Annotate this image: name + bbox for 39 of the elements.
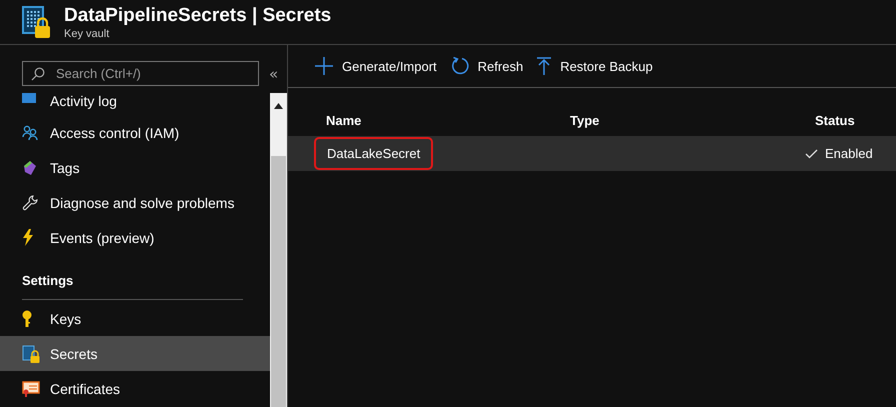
nav-item[interactable]: Events (preview) <box>0 220 270 255</box>
nav-item[interactable]: Secrets <box>0 336 270 371</box>
key-vault-icon <box>22 6 52 40</box>
page-title: DataPipelineSecrets | Secrets <box>64 4 332 28</box>
key-icon <box>22 310 32 328</box>
log-icon <box>22 93 36 103</box>
scroll-up-icon <box>274 103 283 109</box>
column-header[interactable]: Type <box>570 113 815 128</box>
people-icon <box>22 124 40 140</box>
plus-icon <box>315 57 333 75</box>
column-header[interactable]: Status <box>815 113 896 128</box>
lightning-icon <box>22 229 34 246</box>
nav-item[interactable]: Access control (IAM) <box>0 115 270 150</box>
section-heading: Settings <box>21 272 74 290</box>
nav-item[interactable]: Activity log <box>0 93 270 115</box>
nav-item[interactable]: Diagnose and solve problems <box>0 185 270 220</box>
nav-item[interactable]: Keys <box>0 301 270 336</box>
table-cell: DataLakeSecret <box>314 137 434 170</box>
refresh-icon <box>450 57 469 75</box>
lock-document-icon <box>22 344 40 362</box>
scrollbar[interactable] <box>270 93 287 407</box>
tag-icon <box>22 160 38 176</box>
certificate-icon <box>22 380 40 396</box>
search-field[interactable]: Search (Ctrl+/) <box>22 61 259 86</box>
column-header[interactable]: Name <box>326 113 570 128</box>
scrollbar-thumb[interactable] <box>271 156 286 407</box>
page-subtitle: Key vault <box>64 28 110 41</box>
toolbar-button[interactable]: Refresh <box>450 57 524 75</box>
toolbar-button[interactable]: Generate/Import <box>315 57 437 75</box>
toolbar-button[interactable]: Restore Backup <box>537 57 653 75</box>
wrench-icon <box>22 194 38 210</box>
collapse-button[interactable]: « <box>265 64 282 82</box>
search-icon <box>31 67 45 81</box>
table-cell: Enabled <box>825 146 873 161</box>
upload-arrow-icon <box>537 57 552 75</box>
check-icon <box>805 148 818 158</box>
nav-item[interactable]: Tags <box>0 150 270 185</box>
table-row[interactable]: DataLakeSecret Enabled <box>288 136 896 171</box>
nav-item[interactable]: Certificates <box>0 371 270 406</box>
